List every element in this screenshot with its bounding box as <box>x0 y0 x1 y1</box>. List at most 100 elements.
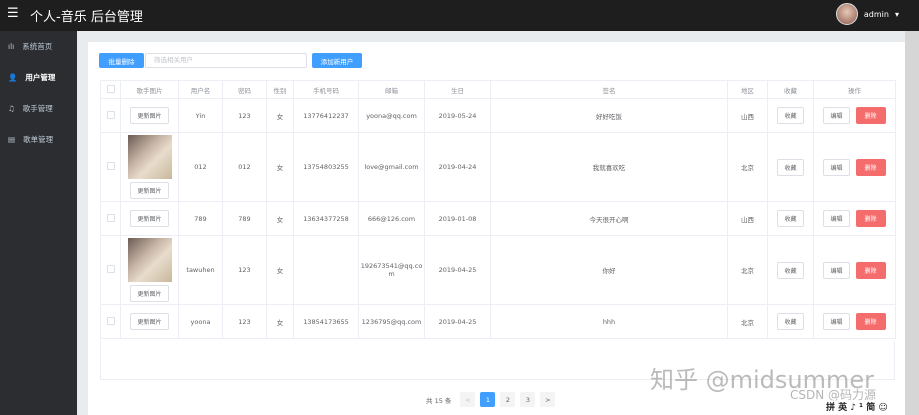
gender-cell: 女 <box>266 132 294 202</box>
birthday-cell: 2019-04-24 <box>424 132 491 202</box>
sidebar-item-label: 歌手管理 <box>22 104 53 113</box>
region-cell: 山西 <box>727 98 768 133</box>
row-checkbox[interactable] <box>100 201 121 236</box>
user-menu[interactable]: admin ▾ <box>835 3 899 25</box>
top-header: ☰ 个人-音乐 后台管理 admin ▾ <box>0 0 919 31</box>
phone-cell: 13754803255 <box>293 132 359 202</box>
delete-button[interactable]: 删除 <box>855 313 886 330</box>
email-cell: 666@126.com <box>358 201 425 236</box>
singer-picture <box>127 135 172 179</box>
caret-down-icon: ▾ <box>894 9 899 19</box>
update-picture-button[interactable]: 更新图片 <box>130 210 169 227</box>
column-header: 用户名 <box>178 80 223 99</box>
picture-cell: 更新图片 <box>120 98 179 133</box>
delete-button[interactable]: 删除 <box>855 107 886 124</box>
delete-button[interactable]: 删除 <box>855 261 886 279</box>
scrollbar[interactable] <box>905 31 919 415</box>
picture-cell: 更新图片 <box>120 201 179 236</box>
table-row: 更新图片 012 012 女 13754803255 love@gmail.co… <box>100 132 896 202</box>
prev-page-button[interactable]: < <box>460 392 476 407</box>
batch-delete-button[interactable]: 批量删除 <box>99 53 144 68</box>
sidebar-item-playlists[interactable]: ▤ 歌单管理 <box>0 124 77 155</box>
edit-button[interactable]: 编辑 <box>823 210 850 227</box>
birthday-cell: 2019-05-24 <box>424 98 491 133</box>
password-cell: 123 <box>222 98 267 133</box>
sidebar-item-users[interactable]: 👤 用户管理 <box>0 62 77 93</box>
main-content: 批量删除 筛选相关用户 添加新用户 歌手图片 用户名 密码 性别 手机号码 邮箱… <box>77 31 905 415</box>
collect-cell: 收藏 <box>767 235 814 305</box>
row-checkbox[interactable] <box>100 304 121 339</box>
bar-chart-icon: ılı <box>8 42 15 51</box>
phone-cell <box>293 235 359 305</box>
username-cell: yoona <box>178 304 223 339</box>
page-3-button[interactable]: 3 <box>520 392 536 407</box>
username-cell: Yin <box>178 98 223 133</box>
gender-cell: 女 <box>266 201 294 236</box>
password-cell: 789 <box>222 201 267 236</box>
collect-button[interactable]: 收藏 <box>777 158 804 176</box>
collect-button[interactable]: 收藏 <box>777 210 804 227</box>
email-cell: love@gmail.com <box>358 132 425 202</box>
edit-button[interactable]: 编辑 <box>823 313 850 330</box>
update-picture-button[interactable]: 更新图片 <box>130 182 169 199</box>
table-row: 更新图片 yoona 123 女 13854173655 1236795@qq.… <box>100 304 896 339</box>
signature-cell: 好好吃饭 <box>490 98 728 133</box>
username-cell: 012 <box>178 132 223 202</box>
birthday-cell: 2019-04-25 <box>424 304 491 339</box>
menu-toggle-icon[interactable]: ☰ <box>7 6 19 21</box>
edit-button[interactable]: 编辑 <box>823 107 850 124</box>
row-checkbox[interactable] <box>100 235 121 305</box>
select-all-checkbox[interactable] <box>100 80 121 99</box>
next-page-button[interactable]: > <box>540 392 556 407</box>
app-title: 个人-音乐 后台管理 <box>30 10 143 25</box>
avatar <box>835 3 858 25</box>
phone-cell: 13776412237 <box>293 98 359 133</box>
gender-cell: 女 <box>266 235 294 305</box>
ime-toolbar: 拼 英 ♪ ¹ 简 ☺ <box>826 400 888 413</box>
search-input[interactable]: 筛选相关用户 <box>145 53 307 68</box>
delete-button[interactable]: 删除 <box>855 158 886 176</box>
collect-button[interactable]: 收藏 <box>777 313 804 330</box>
collect-button[interactable]: 收藏 <box>777 107 804 124</box>
page-2-button[interactable]: 2 <box>500 392 516 407</box>
collect-button[interactable]: 收藏 <box>777 261 804 279</box>
phone-cell: 13634377258 <box>293 201 359 236</box>
update-picture-button[interactable]: 更新图片 <box>130 285 169 302</box>
actions-cell: 编辑 删除 <box>813 201 896 236</box>
update-picture-button[interactable]: 更新图片 <box>130 107 169 124</box>
column-header: 地区 <box>727 80 768 99</box>
sidebar-item-singers[interactable]: ♫ 歌手管理 <box>0 93 77 124</box>
row-checkbox[interactable] <box>100 98 121 133</box>
birthday-cell: 2019-04-25 <box>424 235 491 305</box>
actions-cell: 编辑 删除 <box>813 235 896 305</box>
column-header: 手机号码 <box>293 80 359 99</box>
gender-cell: 女 <box>266 304 294 339</box>
singer-picture <box>127 238 172 282</box>
actions-cell: 编辑 删除 <box>813 304 896 339</box>
edit-button[interactable]: 编辑 <box>823 158 850 176</box>
collect-cell: 收藏 <box>767 304 814 339</box>
collect-cell: 收藏 <box>767 201 814 236</box>
edit-button[interactable]: 编辑 <box>823 261 850 279</box>
user-table: 歌手图片 用户名 密码 性别 手机号码 邮箱 生日 签名 地区 收藏 操作 更新… <box>100 80 896 339</box>
headset-icon: ♫ <box>8 104 15 113</box>
column-header: 生日 <box>424 80 491 99</box>
sidebar-item-home[interactable]: ılı 系统首页 <box>0 31 77 62</box>
document-icon: ▤ <box>8 135 16 144</box>
add-user-button[interactable]: 添加新用户 <box>312 53 362 68</box>
username-cell: tawuhen <box>178 235 223 305</box>
signature-cell: 你好 <box>490 235 728 305</box>
row-checkbox[interactable] <box>100 132 121 202</box>
sidebar: ılı 系统首页 👤 用户管理 ♫ 歌手管理 ▤ 歌单管理 <box>0 31 77 415</box>
delete-button[interactable]: 删除 <box>855 210 886 227</box>
signature-cell: 今天很开心啊 <box>490 201 728 236</box>
column-header: 歌手图片 <box>120 80 179 99</box>
picture-cell: 更新图片 <box>120 132 179 202</box>
phone-cell: 13854173655 <box>293 304 359 339</box>
column-header: 密码 <box>222 80 267 99</box>
sidebar-item-label: 歌单管理 <box>23 135 54 144</box>
page-1-button[interactable]: 1 <box>480 392 496 407</box>
actions-cell: 编辑 删除 <box>813 132 896 202</box>
update-picture-button[interactable]: 更新图片 <box>130 313 169 330</box>
username: admin <box>863 9 889 19</box>
